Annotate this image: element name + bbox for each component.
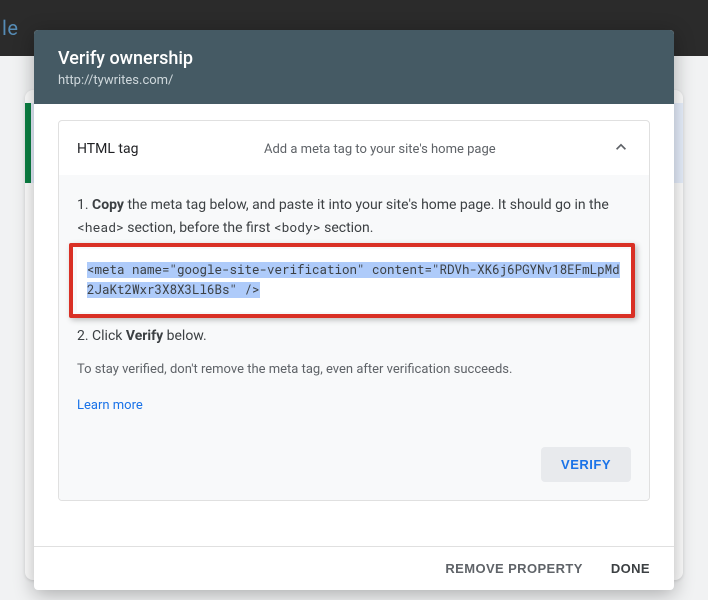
meta-tag-code-wrap: <meta name="google-site-verification" co… [77, 249, 631, 312]
panel-actions: VERIFY [77, 447, 631, 482]
done-button[interactable]: DONE [611, 561, 650, 576]
head-tag-code: <head> [77, 218, 124, 236]
step2-text: below. [163, 328, 207, 344]
logo-fragment: le [0, 16, 18, 40]
persistence-note: To stay verified, don't remove the meta … [77, 360, 631, 380]
modal-header: Verify ownership http://tywrites.com/ [34, 30, 674, 104]
meta-tag-code-box[interactable]: <meta name="google-site-verification" co… [77, 249, 631, 312]
modal-title: Verify ownership [58, 48, 650, 69]
verify-button[interactable]: VERIFY [541, 447, 631, 482]
modal-footer: REMOVE PROPERTY DONE [34, 546, 674, 590]
panel-header[interactable]: HTML tag Add a meta tag to your site's h… [59, 121, 649, 175]
step2-strong: Verify [126, 328, 163, 344]
step1-text-a: the meta tag below, and paste it into yo… [124, 197, 609, 213]
remove-property-button[interactable]: REMOVE PROPERTY [445, 561, 582, 576]
learn-more-link[interactable]: Learn more [77, 396, 143, 416]
step-2: 2. Click Verify below. [77, 326, 631, 348]
panel-name: HTML tag [77, 141, 252, 157]
step1-prefix: 1. [77, 197, 92, 213]
html-tag-panel: HTML tag Add a meta tag to your site's h… [58, 120, 650, 501]
step1-text-c: section. [321, 220, 374, 236]
step2-prefix: 2. Click [77, 328, 126, 344]
meta-tag-code: <meta name="google-site-verification" co… [87, 262, 620, 297]
step1-strong: Copy [92, 197, 124, 213]
verify-ownership-modal: Verify ownership http://tywrites.com/ HT… [34, 30, 674, 590]
chevron-up-icon [611, 137, 631, 161]
body-tag-code: <body> [274, 218, 321, 236]
modal-subtitle: http://tywrites.com/ [58, 73, 650, 88]
step-1: 1. Copy the meta tag below, and paste it… [77, 195, 631, 239]
modal-body[interactable]: HTML tag Add a meta tag to your site's h… [34, 104, 674, 546]
panel-description: Add a meta tag to your site's home page [264, 142, 599, 157]
panel-body: 1. Copy the meta tag below, and paste it… [59, 175, 649, 500]
step1-text-b: section, before the first [124, 220, 274, 236]
